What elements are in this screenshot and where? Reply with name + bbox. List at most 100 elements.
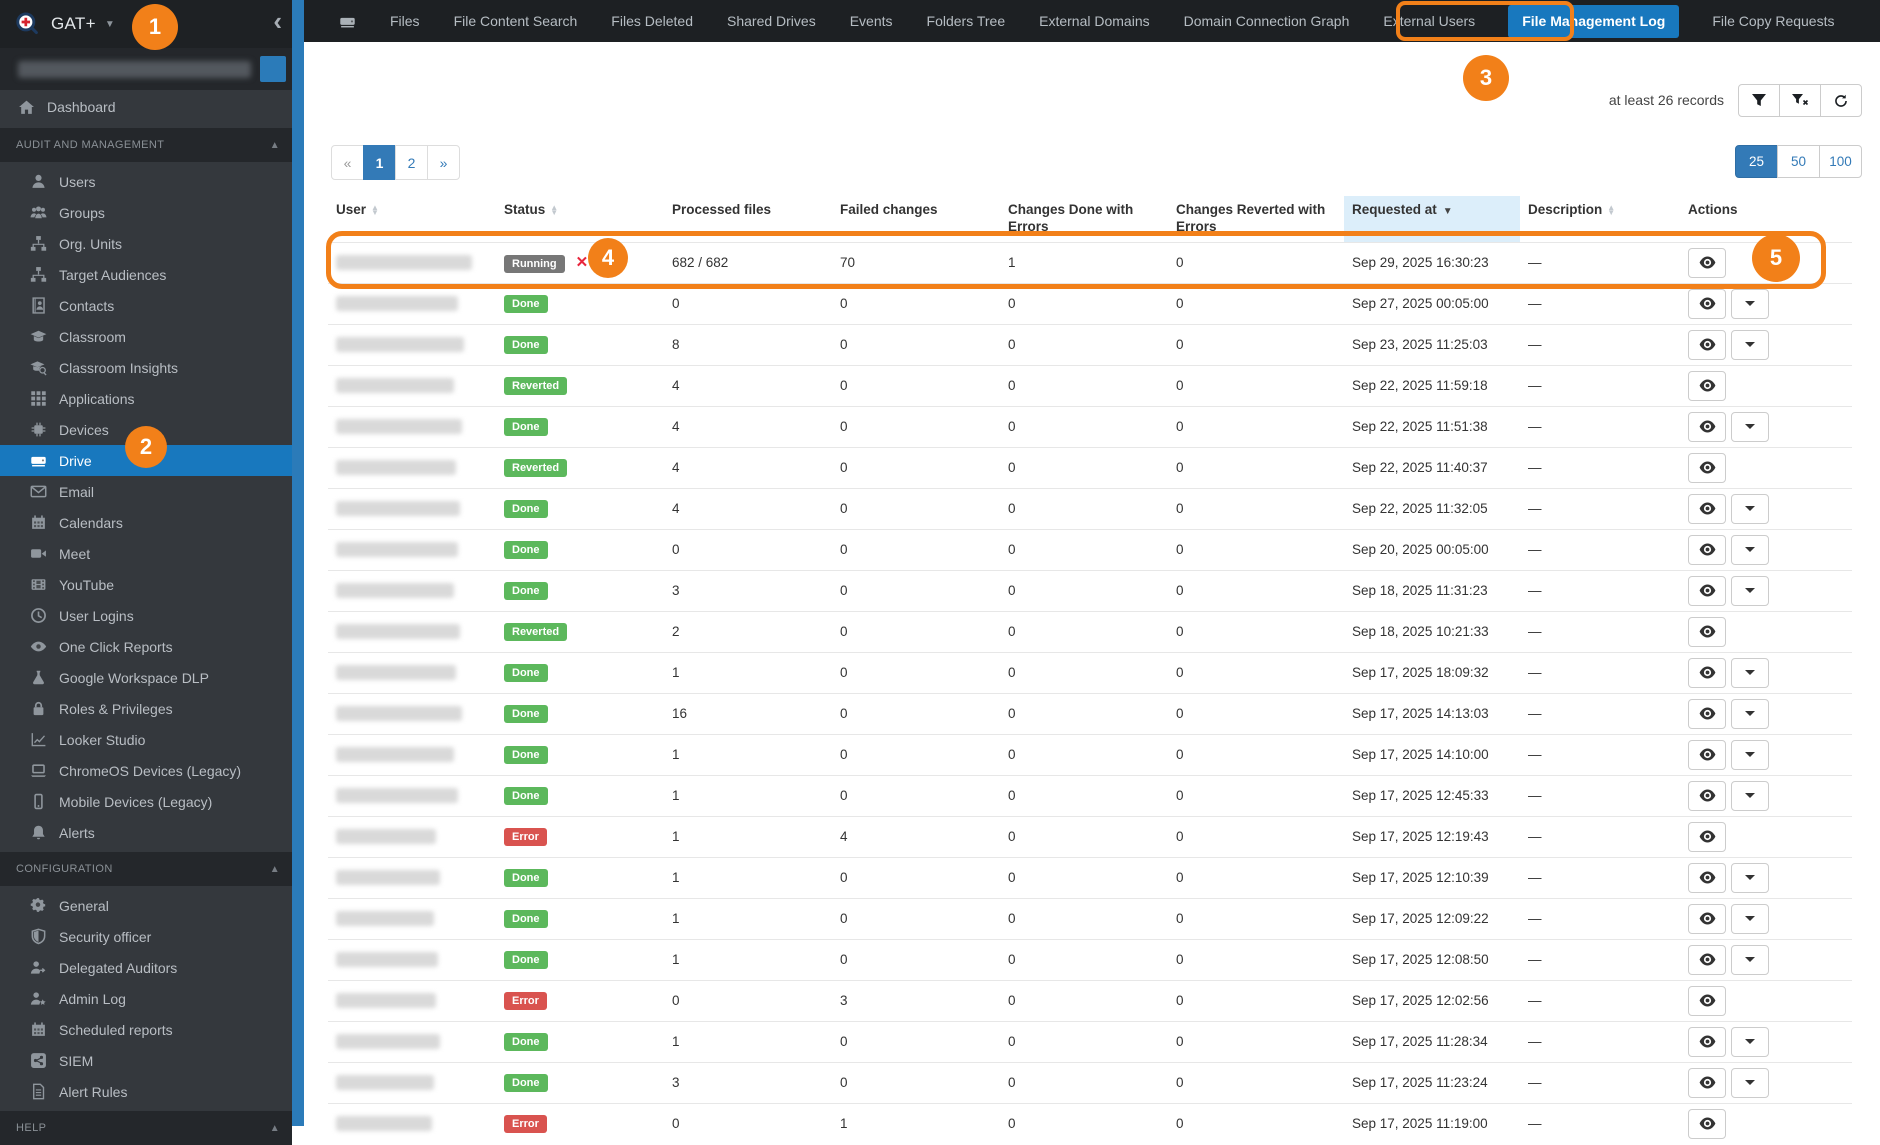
sidebar-item-chromeos-devices-legacy[interactable]: ChromeOS Devices (Legacy) — [0, 755, 292, 786]
row-actions-dropdown-button[interactable] — [1731, 657, 1769, 688]
sidebar-item-security-officer[interactable]: Security officer — [0, 921, 292, 952]
pagination-prev-button[interactable]: « — [331, 145, 364, 180]
page-size-25-button[interactable]: 25 — [1735, 145, 1778, 178]
row-actions-dropdown-button[interactable] — [1731, 329, 1769, 360]
sidebar-item-dashboard[interactable]: Dashboard — [0, 90, 292, 124]
tab-files-deleted[interactable]: Files Deleted — [594, 0, 710, 42]
view-log-button[interactable] — [1688, 739, 1726, 770]
tab-domain-connection-graph[interactable]: Domain Connection Graph — [1167, 0, 1367, 42]
sidebar-item-applications[interactable]: Applications — [0, 383, 292, 414]
row-actions-dropdown-button[interactable] — [1731, 534, 1769, 565]
view-log-button[interactable] — [1688, 493, 1726, 524]
sidebar-item-meet[interactable]: Meet — [0, 538, 292, 569]
brand-caret-icon[interactable]: ▼ — [105, 19, 115, 30]
pagination-page-1-button[interactable]: 1 — [363, 145, 396, 180]
sidebar-item-youtube[interactable]: YouTube — [0, 569, 292, 600]
view-log-button[interactable] — [1688, 698, 1726, 729]
column-header-status[interactable]: Status ▲ ▼ — [496, 196, 664, 242]
view-log-button[interactable] — [1688, 780, 1726, 811]
view-log-button[interactable] — [1688, 1108, 1726, 1139]
row-actions-dropdown-button[interactable] — [1731, 411, 1769, 442]
pagination-page-2-button[interactable]: 2 — [395, 145, 428, 180]
filter-button[interactable] — [1738, 84, 1780, 117]
sidebar-item-scheduled-reports[interactable]: Scheduled reports — [0, 1014, 292, 1045]
tab-external-domains[interactable]: External Domains — [1022, 0, 1167, 42]
sidebar-item-siem[interactable]: SIEM — [0, 1045, 292, 1076]
row-actions-dropdown-button[interactable] — [1731, 493, 1769, 524]
view-log-button[interactable] — [1688, 575, 1726, 606]
row-actions-dropdown-button[interactable] — [1731, 575, 1769, 606]
sidebar-item-roles-privileges[interactable]: Roles & Privileges — [0, 693, 292, 724]
view-log-button[interactable] — [1688, 288, 1726, 319]
sidebar-section-help[interactable]: HELP ▲ — [0, 1111, 292, 1145]
clear-filter-button[interactable] — [1779, 84, 1821, 117]
view-log-button[interactable] — [1688, 1026, 1726, 1057]
sidebar-item-org-units[interactable]: Org. Units — [0, 228, 292, 259]
sidebar-scrollbar[interactable] — [292, 0, 304, 1126]
row-actions-dropdown-button[interactable] — [1731, 862, 1769, 893]
sidebar-item-one-click-reports[interactable]: One Click Reports — [0, 631, 292, 662]
sidebar-item-google-workspace-dlp[interactable]: Google Workspace DLP — [0, 662, 292, 693]
sidebar-item-target-audiences[interactable]: Target Audiences — [0, 259, 292, 290]
cancel-job-button[interactable]: ✕ — [576, 254, 589, 271]
view-log-button[interactable] — [1688, 370, 1726, 401]
sidebar-item-devices[interactable]: Devices — [0, 414, 292, 445]
sidebar-item-delegated-auditors[interactable]: Delegated Auditors — [0, 952, 292, 983]
sidebar-item-general[interactable]: General — [0, 890, 292, 921]
view-log-button[interactable] — [1688, 534, 1726, 565]
sidebar-item-mobile-devices-legacy[interactable]: Mobile Devices (Legacy) — [0, 786, 292, 817]
view-log-button[interactable] — [1688, 821, 1726, 852]
sidebar-item-contacts[interactable]: Contacts — [0, 290, 292, 321]
tab-files[interactable]: Files — [373, 0, 437, 42]
view-log-button[interactable] — [1688, 985, 1726, 1016]
row-actions-dropdown-button[interactable] — [1731, 288, 1769, 319]
row-actions-dropdown-button[interactable] — [1731, 739, 1769, 770]
view-log-button[interactable] — [1688, 657, 1726, 688]
tab-external-users[interactable]: External Users — [1366, 0, 1492, 42]
sidebar-item-alerts[interactable]: Alerts — [0, 817, 292, 848]
sidebar-item-user-logins[interactable]: User Logins — [0, 600, 292, 631]
sidebar-item-users[interactable]: Users — [0, 166, 292, 197]
sidebar-item-groups[interactable]: Groups — [0, 197, 292, 228]
sidebar-item-admin-log[interactable]: Admin Log — [0, 983, 292, 1014]
tab-shared-drives[interactable]: Shared Drives — [710, 0, 833, 42]
tab-file-content-search[interactable]: File Content Search — [437, 0, 595, 42]
sidebar-item-alert-rules[interactable]: Alert Rules — [0, 1076, 292, 1107]
sidebar-section-configuration[interactable]: CONFIGURATION ▲ — [0, 852, 292, 886]
view-log-button[interactable] — [1688, 862, 1726, 893]
page-size-50-button[interactable]: 50 — [1777, 145, 1820, 178]
row-actions-dropdown-button[interactable] — [1731, 1067, 1769, 1098]
tab-events[interactable]: Events — [833, 0, 910, 42]
row-actions-dropdown-button[interactable] — [1731, 903, 1769, 934]
sidebar-item-classroom-insights[interactable]: Classroom Insights — [0, 352, 292, 383]
tab-file-management-log[interactable]: File Management Log — [1508, 4, 1680, 38]
row-actions-dropdown-button[interactable] — [1731, 780, 1769, 811]
column-header-requested-at[interactable]: Requested at ▼ — [1344, 196, 1520, 243]
row-actions-dropdown-button[interactable] — [1731, 698, 1769, 729]
sidebar-item-looker-studio[interactable]: Looker Studio — [0, 724, 292, 755]
view-log-button[interactable] — [1688, 1067, 1726, 1098]
column-header-user[interactable]: User ▲ ▼ — [328, 196, 496, 242]
row-actions-dropdown-button[interactable] — [1731, 1026, 1769, 1057]
sidebar-item-classroom[interactable]: Classroom — [0, 321, 292, 352]
view-log-button[interactable] — [1688, 247, 1726, 278]
row-actions-dropdown-button[interactable] — [1731, 944, 1769, 975]
view-log-button[interactable] — [1688, 452, 1726, 483]
column-header-description[interactable]: Description ▲ ▼ — [1520, 196, 1680, 242]
sidebar-collapse-icon[interactable]: ‹ — [273, 8, 282, 34]
refresh-button[interactable] — [1820, 84, 1862, 117]
view-log-button[interactable] — [1688, 903, 1726, 934]
pagination-next-button[interactable]: » — [427, 145, 460, 180]
sidebar-section-audit-and-management[interactable]: AUDIT AND MANAGEMENT ▲ — [0, 128, 292, 162]
view-log-button[interactable] — [1688, 944, 1726, 975]
sidebar-item-calendars[interactable]: Calendars — [0, 507, 292, 538]
user-toggle-button[interactable] — [260, 56, 286, 82]
sidebar-item-email[interactable]: Email — [0, 476, 292, 507]
tab-folders-tree[interactable]: Folders Tree — [910, 0, 1023, 42]
view-log-button[interactable] — [1688, 329, 1726, 360]
view-log-button[interactable] — [1688, 616, 1726, 647]
view-log-button[interactable] — [1688, 411, 1726, 442]
tab-file-copy-requests[interactable]: File Copy Requests — [1695, 0, 1851, 42]
page-size-100-button[interactable]: 100 — [1819, 145, 1862, 178]
sidebar-item-drive[interactable]: Drive — [0, 445, 292, 476]
